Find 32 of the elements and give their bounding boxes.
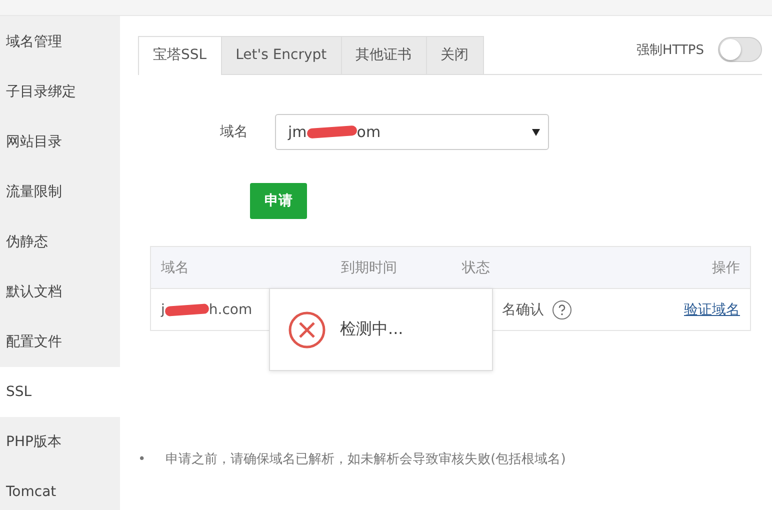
force-https-label: 强制HTTPS xyxy=(636,42,704,58)
column-header: 域名 xyxy=(160,258,190,276)
tab[interactable]: 其他证书 xyxy=(342,36,427,74)
caret-icon xyxy=(532,129,540,136)
column-header: 到期时间 xyxy=(340,258,398,276)
sidebar-item[interactable]: 流量限制 xyxy=(0,167,120,217)
verify-domain-link[interactable]: 验证域名 xyxy=(684,300,740,318)
domain-cell: h.com xyxy=(208,302,252,318)
sidebar-item[interactable]: 默认文档 xyxy=(0,267,120,317)
tab[interactable]: Let's Encrypt xyxy=(222,36,342,74)
sidebar-item[interactable]: 配置文件 xyxy=(0,317,120,367)
tab[interactable]: 宝塔SSL xyxy=(138,36,222,75)
sidebar-item[interactable]: Tomcat xyxy=(0,467,120,510)
sidebar-item[interactable]: 网站目录 xyxy=(0,117,120,167)
toggle-switch[interactable] xyxy=(718,37,762,62)
error-icon xyxy=(288,310,326,348)
domain-label: 域名 xyxy=(220,123,249,141)
sidebar-item[interactable]: SSL xyxy=(0,367,120,417)
status-cell: 名确认 xyxy=(502,300,544,318)
toast-message: 检测中... xyxy=(340,319,404,340)
column-header: 状态 xyxy=(461,258,491,276)
help-icon[interactable] xyxy=(552,300,572,320)
sidebar-item[interactable]: 域名管理 xyxy=(0,17,120,67)
note-text: 申请之前，请确保域名已解析，如未解析会导致审核失败(包括根域名) xyxy=(166,451,566,469)
domain-select[interactable]: jm om xyxy=(275,114,549,150)
tab[interactable]: 关闭 xyxy=(426,36,484,74)
column-header: 操作 xyxy=(711,258,741,276)
domain-cell: j xyxy=(161,302,165,318)
sidebar-item[interactable]: PHP版本 xyxy=(0,417,120,467)
sidebar-item[interactable]: 伪静态 xyxy=(0,217,120,267)
sidebar-item[interactable]: 子目录绑定 xyxy=(0,67,120,117)
bullet-mark: • xyxy=(138,451,146,469)
